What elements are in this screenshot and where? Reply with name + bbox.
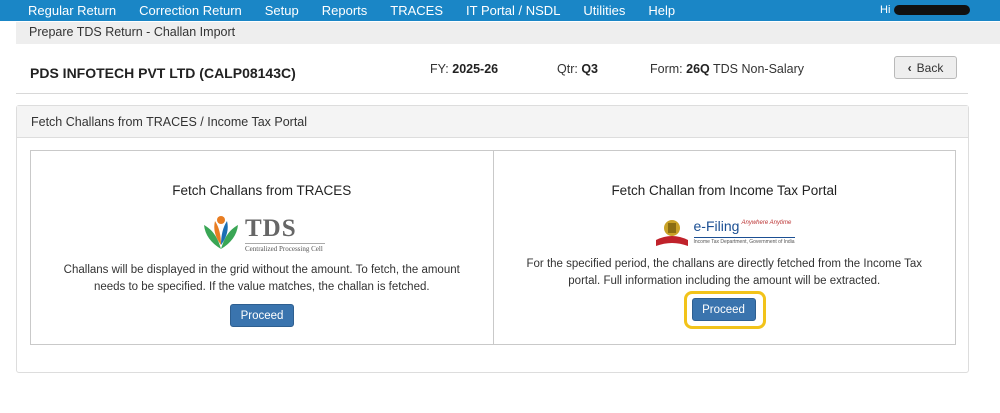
traces-proceed-button[interactable]: Proceed: [230, 304, 294, 327]
efiling-logo-tagline: Anywhere Anytime: [741, 220, 792, 226]
return-info-row: PDS INFOTECH PVT LTD (CALP08143C) FY: 20…: [16, 48, 968, 94]
form-type: Form: 26Q TDS Non-Salary: [650, 62, 804, 76]
menu-it-portal-nsdl[interactable]: IT Portal / NSDL: [466, 3, 560, 18]
redacted-username: [894, 5, 970, 15]
menu-setup[interactable]: Setup: [265, 3, 299, 18]
panel-title: Fetch Challans from TRACES / Income Tax …: [31, 115, 308, 129]
back-button[interactable]: ‹ Back: [894, 56, 957, 79]
portal-option-title: Fetch Challan from Income Tax Portal: [611, 183, 838, 198]
fetch-challans-panel: Fetch Challans from TRACES / Income Tax …: [16, 105, 969, 373]
tds-logo-text: TDS: [245, 215, 297, 242]
menu-traces[interactable]: TRACES: [390, 3, 443, 18]
fetch-options-grid: Fetch Challans from TRACES TDS Centraliz…: [30, 150, 956, 345]
qtr-value: Q3: [581, 62, 599, 76]
breadcrumb: Prepare TDS Return - Challan Import: [29, 25, 236, 39]
panel-header: Fetch Challans from TRACES / Income Tax …: [17, 106, 968, 138]
portal-option-description: For the specified period, the challans a…: [526, 258, 922, 287]
qtr-label: Qtr:: [557, 62, 578, 76]
menu-reports[interactable]: Reports: [322, 3, 368, 18]
traces-option-description: Challans will be displayed in the grid w…: [63, 264, 460, 293]
tds-logo-subtitle: Centralized Processing Cell: [245, 243, 325, 253]
fy-value: 2025-26: [452, 62, 499, 76]
form-label: Form:: [650, 62, 683, 76]
traces-option: Fetch Challans from TRACES TDS Centraliz…: [31, 151, 494, 344]
efiling-logo: e-Filing Anywhere Anytime Income Tax Dep…: [654, 218, 795, 250]
national-emblem-icon: [655, 220, 688, 246]
menu-regular-return[interactable]: Regular Return: [28, 3, 116, 18]
income-tax-portal-option: Fetch Challan from Income Tax Portal e-F…: [494, 151, 956, 344]
portal-proceed-button[interactable]: Proceed: [691, 298, 756, 321]
main-menu: Regular Return Correction Return Setup R…: [28, 0, 698, 21]
efiling-logo-subtitle: Income Tax Department, Government of Ind…: [693, 237, 795, 245]
menu-help[interactable]: Help: [648, 3, 675, 18]
quarter: Qtr: Q3: [557, 62, 598, 76]
back-button-label: Back: [916, 60, 944, 75]
form-value: 26Q: [686, 62, 710, 76]
breadcrumb-bar: Prepare TDS Return - Challan Import: [16, 22, 1000, 44]
tds-emblem-icon: [204, 216, 238, 249]
company-name: PDS INFOTECH PVT LTD (CALP08143C): [30, 65, 296, 81]
top-nav-bar: Regular Return Correction Return Setup R…: [0, 0, 1000, 21]
chevron-left-icon: ‹: [907, 60, 912, 75]
fy-label: FY:: [430, 62, 449, 76]
tds-logo: TDS Centralized Processing Cell: [201, 215, 331, 253]
efiling-logo-text: e-Filing: [693, 218, 740, 234]
form-description: TDS Non-Salary: [713, 62, 805, 76]
financial-year: FY: 2025-26: [430, 62, 498, 76]
traces-option-title: Fetch Challans from TRACES: [172, 183, 352, 198]
menu-utilities[interactable]: Utilities: [583, 3, 625, 18]
menu-correction-return[interactable]: Correction Return: [139, 3, 242, 18]
